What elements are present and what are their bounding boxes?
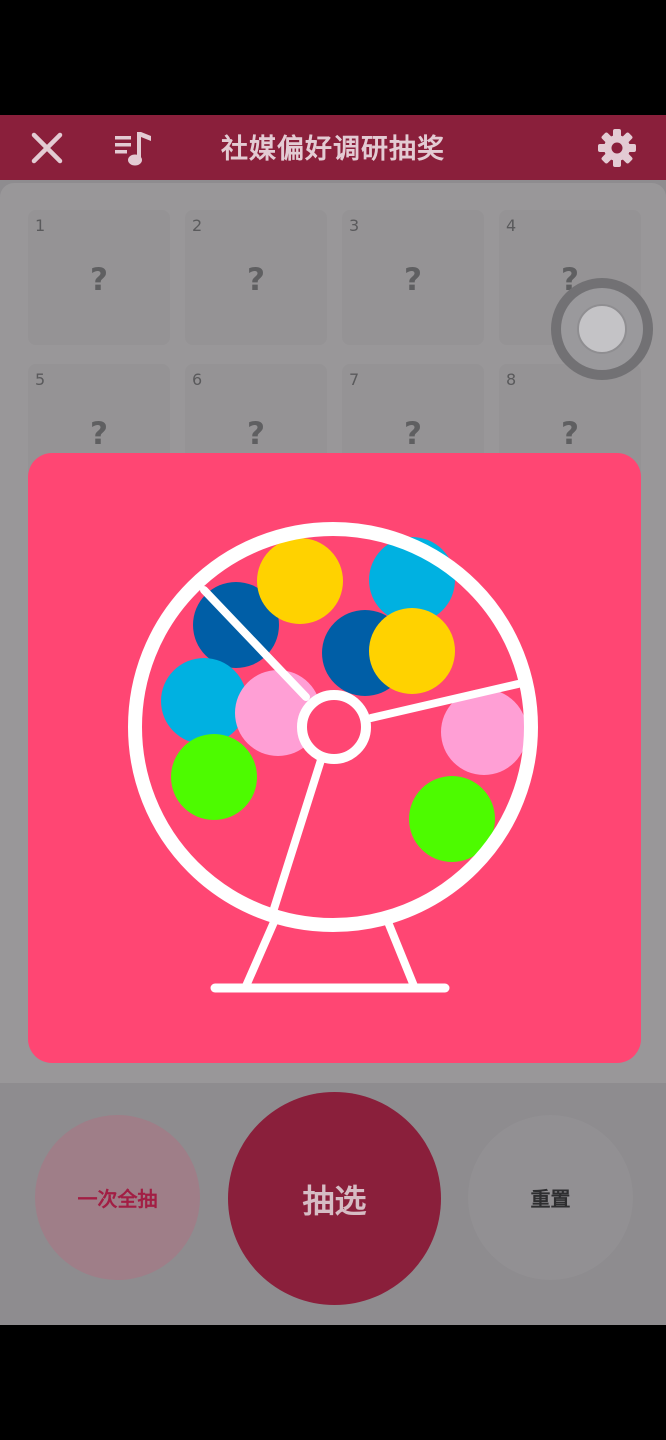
- top-bar: 社媒偏好调研抽奖: [0, 115, 666, 180]
- tile-hidden-mark: ?: [90, 262, 108, 298]
- lottery-drum-icon: [128, 522, 538, 993]
- tile-number: 1: [35, 216, 46, 235]
- tile-number: 5: [35, 370, 46, 389]
- page-title: 社媒偏好调研抽奖: [221, 134, 445, 165]
- tile-hidden-mark: ?: [404, 262, 422, 298]
- tile-hidden-mark: ?: [404, 416, 422, 452]
- draw-button[interactable]: 抽选: [228, 1092, 441, 1305]
- tile-number: 2: [192, 216, 203, 235]
- prize-tile[interactable]: 3 ?: [342, 210, 484, 345]
- tile-number: 7: [349, 370, 360, 389]
- drawing-animation-modal: [28, 453, 641, 1063]
- reset-button[interactable]: 重置: [468, 1115, 633, 1280]
- draw-all-button[interactable]: 一次全抽: [35, 1115, 200, 1280]
- gear-icon[interactable]: [592, 123, 642, 173]
- tile-hidden-mark: ?: [247, 416, 265, 452]
- floating-assistive-button[interactable]: [551, 278, 653, 380]
- fab-core: [577, 304, 627, 354]
- tile-number: 4: [506, 216, 517, 235]
- prize-tile[interactable]: 2 ?: [185, 210, 327, 345]
- tile-hidden-mark: ?: [247, 262, 265, 298]
- tile-number: 8: [506, 370, 517, 389]
- tile-number: 3: [349, 216, 360, 235]
- prize-tile[interactable]: 1 ?: [28, 210, 170, 345]
- tile-number: 6: [192, 370, 203, 389]
- tile-hidden-mark: ?: [561, 416, 579, 452]
- tile-hidden-mark: ?: [90, 416, 108, 452]
